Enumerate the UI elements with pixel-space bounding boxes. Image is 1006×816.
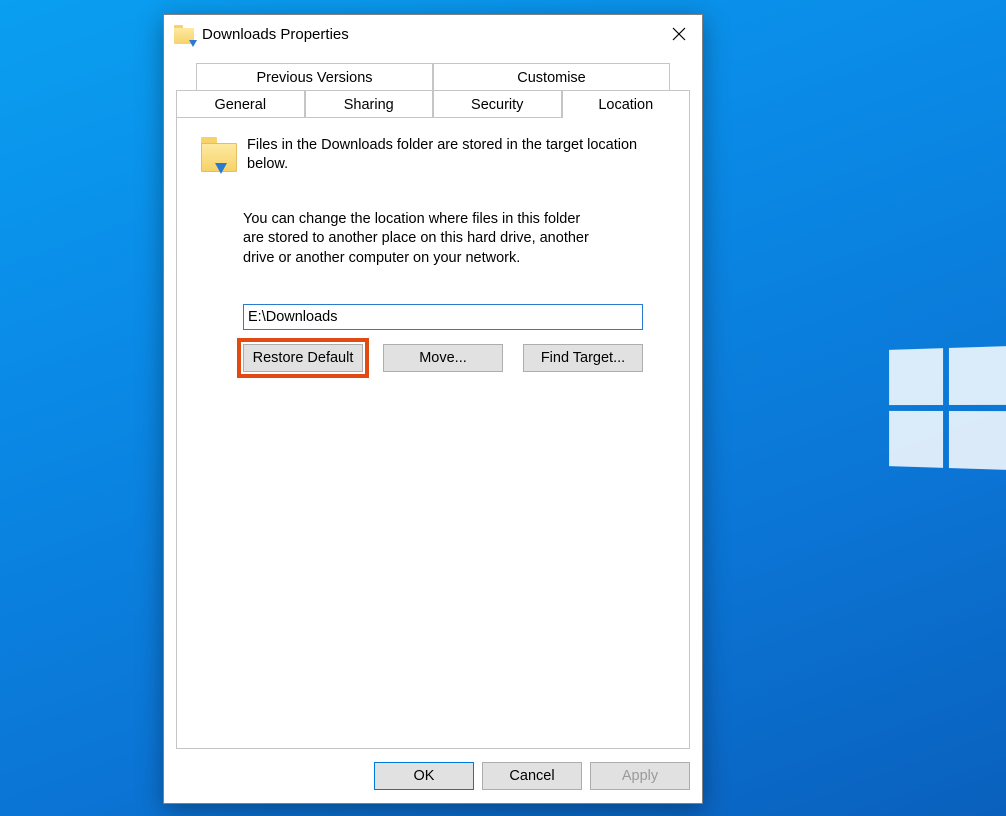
downloads-folder-icon bbox=[174, 24, 194, 44]
highlight-annotation: Restore Default bbox=[237, 338, 369, 378]
description-text: You can change the location where files … bbox=[243, 210, 603, 269]
ok-button[interactable]: OK bbox=[374, 762, 474, 790]
close-button[interactable] bbox=[656, 15, 702, 53]
tab-security[interactable]: Security bbox=[433, 90, 562, 118]
tab-customise[interactable]: Customise bbox=[433, 63, 670, 91]
info-text: Files in the Downloads folder are stored… bbox=[247, 136, 665, 174]
apply-button[interactable]: Apply bbox=[590, 762, 690, 790]
location-path-input[interactable] bbox=[243, 304, 643, 330]
desktop-wallpaper: Downloads Properties Previous Versions C… bbox=[0, 0, 1006, 816]
tab-panel-location: Files in the Downloads folder are stored… bbox=[176, 117, 690, 749]
downloads-large-icon bbox=[201, 136, 237, 172]
restore-default-button[interactable]: Restore Default bbox=[243, 344, 363, 372]
tab-previous-versions[interactable]: Previous Versions bbox=[196, 63, 433, 91]
tab-strip: Previous Versions Customise General Shar… bbox=[176, 63, 690, 117]
close-icon bbox=[672, 27, 686, 41]
tab-sharing[interactable]: Sharing bbox=[305, 90, 434, 118]
tab-general[interactable]: General bbox=[176, 90, 305, 118]
move-button[interactable]: Move... bbox=[383, 344, 503, 372]
tab-location[interactable]: Location bbox=[562, 90, 691, 118]
window-title: Downloads Properties bbox=[202, 26, 656, 43]
title-bar[interactable]: Downloads Properties bbox=[164, 15, 702, 53]
dialog-footer: OK Cancel Apply bbox=[164, 749, 702, 803]
find-target-button[interactable]: Find Target... bbox=[523, 344, 643, 372]
properties-dialog: Downloads Properties Previous Versions C… bbox=[163, 14, 703, 804]
windows-logo-icon bbox=[889, 346, 1006, 470]
cancel-button[interactable]: Cancel bbox=[482, 762, 582, 790]
